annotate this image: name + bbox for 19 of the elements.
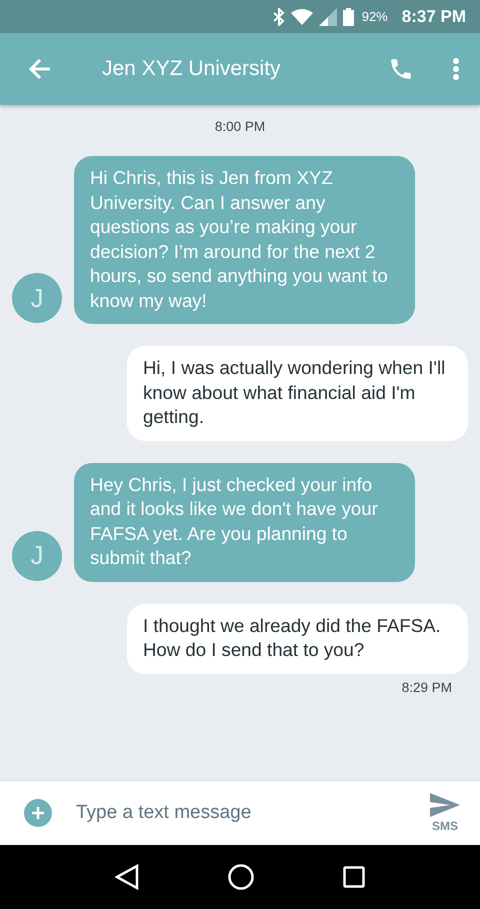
home-nav-icon[interactable]: [228, 864, 254, 890]
signal-icon: [318, 8, 337, 26]
wifi-icon: [290, 8, 313, 24]
bluetooth-icon: [272, 8, 285, 26]
contact-avatar: J: [12, 530, 62, 580]
message-timestamp: 8:29 PM: [402, 680, 452, 694]
conversation-title: Jen XYZ University: [102, 57, 282, 81]
outgoing-message: Hi, I was actually wondering when I'll know about what financial aid I'm getting.: [127, 346, 468, 440]
outgoing-message: I thought we already did the FAFSA. How do I send that to you?: [127, 604, 468, 674]
back-nav-icon[interactable]: [114, 864, 139, 890]
add-icon[interactable]: [24, 799, 52, 827]
clock-time: 8:37 PM: [402, 6, 466, 26]
battery-percentage: 92%: [362, 9, 388, 24]
incoming-message: Hey Chris, I just checked your info and it looks like we don't have your FAFSA yet. Are you planning to submit that?: [74, 462, 415, 582]
contact-avatar: J: [12, 273, 62, 323]
message-timestamp: 8:00 PM: [214, 119, 266, 134]
incoming-message: Hi Chris, this is Jen from XYZ University. Can I answer any questions as you’re making your decision? I’m around for the next 2 hours, so send anything you want to know my way!: [74, 156, 415, 324]
battery-icon: [342, 8, 354, 26]
recents-nav-icon[interactable]: [343, 866, 366, 888]
